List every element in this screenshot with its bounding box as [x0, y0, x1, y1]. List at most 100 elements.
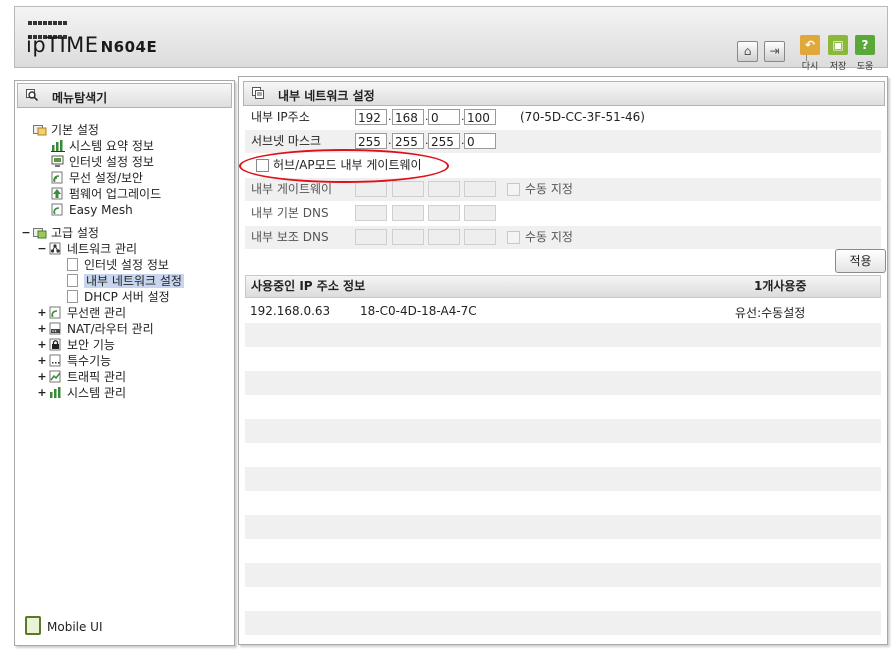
tree-item-label: 시스템 요약 정보 [69, 139, 154, 153]
mobile-ui-link[interactable]: Mobile UI [25, 616, 103, 635]
menu-explorer: 메뉴탐색기 기본 설정 시스템 요약 정보 인터넷 설정 정보 무선 설정/보안… [14, 80, 235, 646]
page-icon [67, 290, 78, 303]
empty-row [245, 563, 881, 587]
subnet-octet-3[interactable]: 255 [428, 133, 460, 149]
tree-dhcp-server[interactable]: DHCP 서버 설정 [67, 289, 170, 305]
tree-item-label: 펌웨어 업그레이드 [69, 187, 162, 201]
ip-octet-3[interactable]: 0 [428, 109, 460, 125]
client-ip: 192.168.0.63 [250, 304, 331, 318]
tree-item-label: 트래픽 관리 [67, 370, 127, 384]
tree-internal-network-settings[interactable]: 내부 네트워크 설정 [67, 273, 184, 289]
gateway-octet-3[interactable] [428, 181, 460, 197]
ip-list-title: 사용중인 IP 주소 정보 [251, 279, 366, 293]
dns1-octet-2[interactable] [392, 205, 424, 221]
model-name: N604E [100, 38, 158, 56]
gateway-manual-label: 수동 지정 [525, 182, 573, 196]
tree-special-functions[interactable]: + 특수기능 [37, 353, 111, 369]
gateway-octet-1[interactable] [355, 181, 387, 197]
tree-traffic-management[interactable]: + 트래픽 관리 [37, 369, 126, 385]
home-icon[interactable]: ⌂ [737, 41, 758, 62]
tree-easy-mesh[interactable]: Easy Mesh [51, 202, 133, 218]
subnet-octet-1[interactable]: 255 [355, 133, 387, 149]
empty-row [245, 539, 881, 563]
tree-basic-settings[interactable]: 기본 설정 [33, 122, 99, 138]
expand-icon[interactable]: + [37, 385, 47, 401]
folder-settings-icon [33, 226, 47, 239]
tree-nat-router[interactable]: + NAT/라우터 관리 [37, 321, 154, 337]
tree-system-management[interactable]: + 시스템 관리 [37, 385, 126, 401]
dns2-octet-3[interactable] [428, 229, 460, 245]
gateway-manual-checkbox[interactable] [507, 183, 520, 196]
undo-icon[interactable]: ↶ [800, 35, 820, 55]
tree-wireless-security[interactable]: 무선 설정/보안 [51, 170, 143, 186]
collapse-icon[interactable]: − [21, 225, 31, 241]
gateway-octet-2[interactable] [392, 181, 424, 197]
empty-row [245, 323, 881, 347]
collapse-icon[interactable]: − [37, 241, 47, 257]
help-icon[interactable]: ? [855, 35, 875, 55]
save-icon[interactable]: ▣ [828, 35, 848, 55]
logout-icon[interactable]: ⇥ [764, 41, 785, 62]
tree-item-label: NAT/라우터 관리 [67, 322, 154, 336]
empty-row [245, 371, 881, 395]
brand-name: ipTIME [26, 33, 99, 57]
mac-address: (70-5D-CC-3F-51-46) [520, 110, 645, 124]
expand-icon[interactable]: + [37, 321, 47, 337]
subnet-octet-2[interactable]: 255 [392, 133, 424, 149]
monitor-icon [51, 155, 65, 168]
subnet-label: 서브넷 마스크 [251, 134, 322, 148]
expand-icon[interactable]: + [37, 337, 47, 353]
page-icon [67, 274, 78, 287]
dns2-octet-4[interactable] [464, 229, 496, 245]
expand-icon[interactable]: + [37, 369, 47, 385]
dns2-octet-2[interactable] [392, 229, 424, 245]
empty-row [245, 395, 881, 419]
dns1-octet-4[interactable] [464, 205, 496, 221]
gateway-octet-4[interactable] [464, 181, 496, 197]
dns1-octet-1[interactable] [355, 205, 387, 221]
tree-net-internet-info[interactable]: 인터넷 설정 정보 [67, 257, 169, 273]
expand-icon[interactable]: + [37, 353, 47, 369]
empty-row [245, 515, 881, 539]
tree-item-label: 무선랜 관리 [67, 306, 127, 320]
menu-explorer-title: 메뉴탐색기 [52, 91, 108, 105]
help-label: 도움 [856, 62, 874, 72]
ip-octet-2[interactable]: 168 [392, 109, 424, 125]
upgrade-icon [51, 187, 65, 200]
logo-grid-icon [28, 15, 72, 39]
ip-octet-1[interactable]: 192 [355, 109, 387, 125]
mobile-icon [25, 616, 41, 635]
router-icon [49, 322, 63, 335]
save-label: 저장 [829, 62, 847, 72]
folder-settings-icon [33, 123, 47, 136]
subnet-octet-4[interactable]: 0 [464, 133, 496, 149]
tree-security[interactable]: + 보안 기능 [37, 337, 115, 353]
tree-item-label: 인터넷 설정 정보 [69, 155, 154, 169]
tree-internet-info[interactable]: 인터넷 설정 정보 [51, 154, 154, 170]
menu-explorer-header: 메뉴탐색기 [17, 83, 232, 108]
ip-octet-4[interactable]: 100 [464, 109, 496, 125]
tree-system-summary[interactable]: 시스템 요약 정보 [51, 138, 154, 154]
tree-network-management[interactable]: − 네트워크 관리 [37, 241, 137, 257]
dns-manual-checkbox[interactable] [507, 231, 520, 244]
client-type: 유선:수동설정 [735, 306, 806, 320]
wireless-icon [49, 306, 63, 319]
dns2-octet-1[interactable] [355, 229, 387, 245]
dns1-octet-3[interactable] [428, 205, 460, 221]
tree-wireless-management[interactable]: + 무선랜 관리 [37, 305, 126, 321]
dot-separator: . [388, 110, 392, 123]
apply-button[interactable]: 적용 [835, 249, 886, 273]
dns1-row: 내부 기본 DNS [245, 202, 881, 225]
expand-icon[interactable]: + [37, 305, 47, 321]
tree-advanced-label: 고급 설정 [51, 226, 99, 240]
tree-advanced-settings[interactable]: − 고급 설정 [21, 225, 99, 241]
page-title: 내부 네트워크 설정 [278, 89, 375, 103]
header-bar: ipTIME N604E ⌂ ⇥ ↶ 다시 ▣ 저장 ? 도움 [14, 6, 888, 72]
tree-firmware-upgrade[interactable]: 펌웨어 업그레이드 [51, 186, 161, 202]
tree-item-label: 인터넷 설정 정보 [84, 258, 169, 272]
empty-row [245, 467, 881, 491]
ip-list-header: 사용중인 IP 주소 정보 1개사용중 [245, 275, 881, 298]
table-row[interactable]: 192.168.0.63 18-C0-4D-18-A4-7C 유선:수동설정 [245, 299, 881, 323]
dns2-row: 내부 보조 DNS 수동 지정 [245, 226, 881, 249]
empty-row [245, 587, 881, 611]
